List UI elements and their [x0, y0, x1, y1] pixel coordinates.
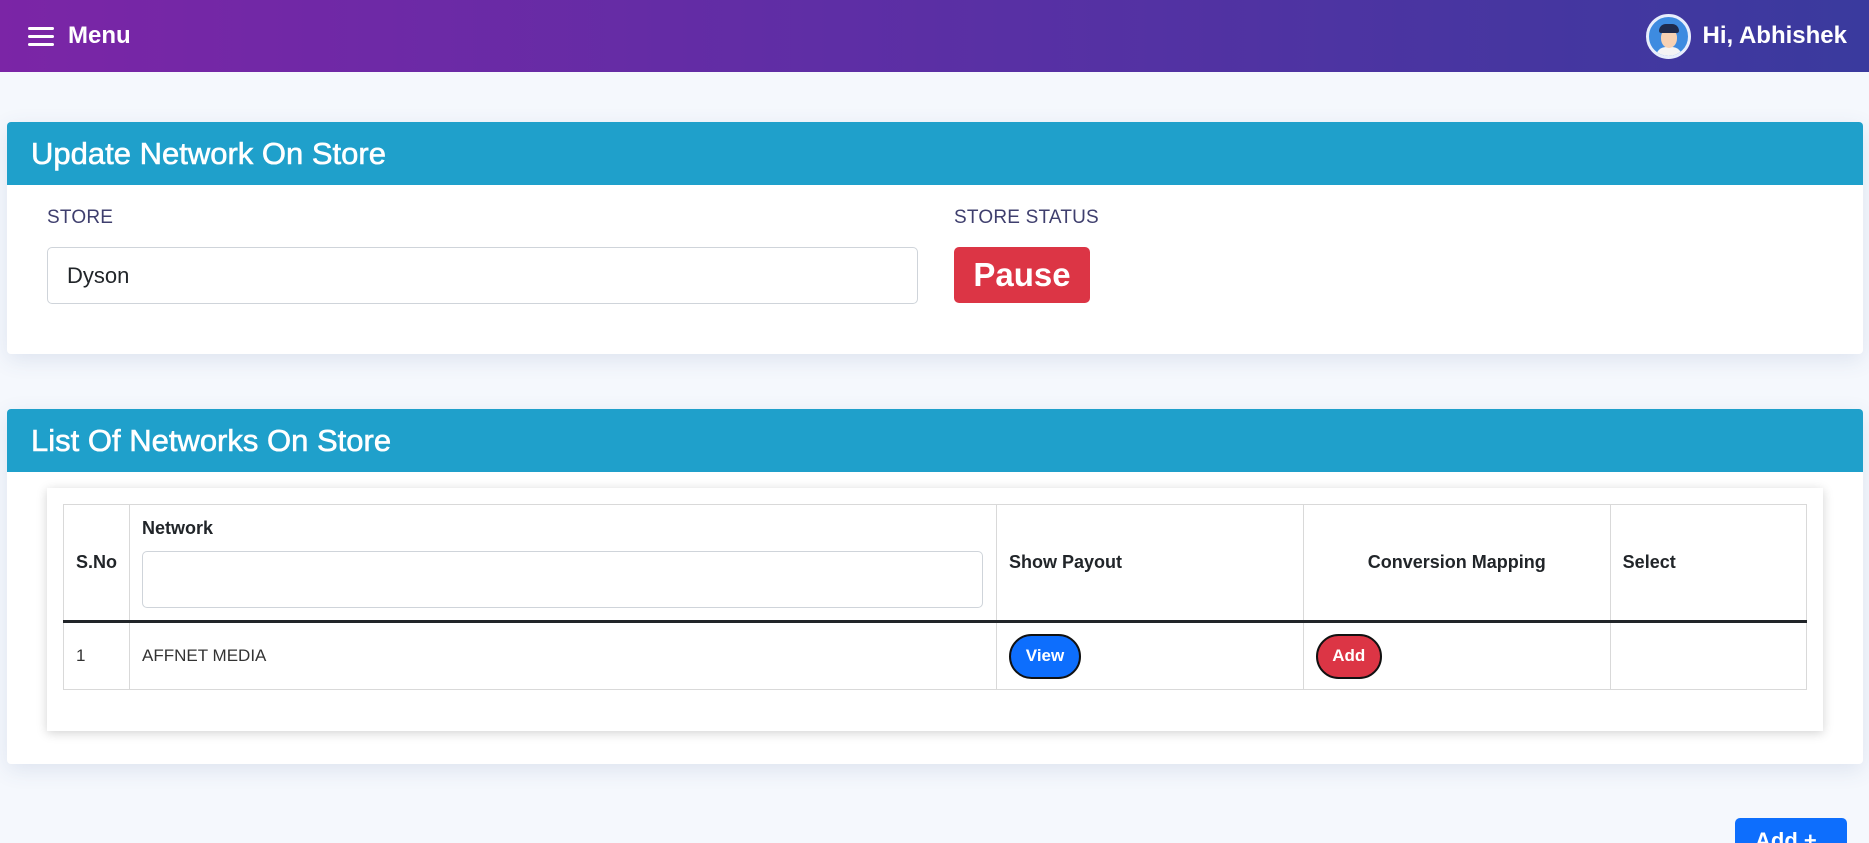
cell-select[interactable]: [1609, 621, 1808, 690]
card-title: Update Network On Store: [31, 135, 387, 171]
column-header-network: Network: [129, 504, 997, 623]
view-payout-button[interactable]: View: [1009, 633, 1081, 679]
update-network-card: Update Network On Store STORE STORE STAT…: [7, 122, 1863, 354]
card-title: List Of Networks On Store: [31, 422, 392, 458]
store-label: STORE: [47, 207, 114, 228]
table-container: S.No Network Show Payout Conversion Mapp…: [47, 488, 1823, 731]
top-navbar: Menu Hi, Abhishek: [0, 0, 1869, 72]
card-header: List Of Networks On Store: [7, 409, 1863, 472]
column-header-sno: S.No: [62, 504, 131, 623]
menu-toggle[interactable]: Menu: [28, 22, 131, 50]
avatar[interactable]: [1645, 13, 1691, 59]
user-menu[interactable]: Hi, Abhishek: [1645, 13, 1847, 59]
network-list-card: List Of Networks On Store S.No Network S…: [7, 409, 1863, 764]
network-column-label: Network: [142, 517, 214, 538]
cell-sno: 1: [62, 621, 131, 690]
network-filter-input[interactable]: [142, 550, 984, 608]
add-network-button[interactable]: Add +: [1735, 818, 1847, 843]
user-greeting[interactable]: Hi, Abhishek: [1703, 22, 1847, 50]
card-header: Update Network On Store: [7, 122, 1863, 185]
store-input[interactable]: [47, 247, 918, 304]
cell-show-payout: View: [996, 621, 1304, 690]
column-header-conversion-mapping: Conversion Mapping: [1302, 504, 1611, 623]
pause-button[interactable]: Pause: [954, 247, 1090, 303]
cell-network: AFFNET MEDIA: [129, 621, 997, 690]
column-header-select: Select: [1609, 504, 1808, 623]
column-header-show-payout: Show Payout: [996, 504, 1304, 623]
table-row: 1 AFFNET MEDIA View Add: [62, 621, 1808, 690]
hamburger-icon[interactable]: [28, 25, 56, 47]
table-header-row: S.No Network Show Payout Conversion Mapp…: [62, 504, 1808, 623]
add-mapping-button[interactable]: Add: [1315, 633, 1382, 679]
networks-table: S.No Network Show Payout Conversion Mapp…: [62, 504, 1808, 690]
cell-conversion-mapping: Add: [1302, 621, 1611, 690]
store-status-label: STORE STATUS: [954, 207, 1099, 228]
menu-label[interactable]: Menu: [68, 22, 131, 50]
